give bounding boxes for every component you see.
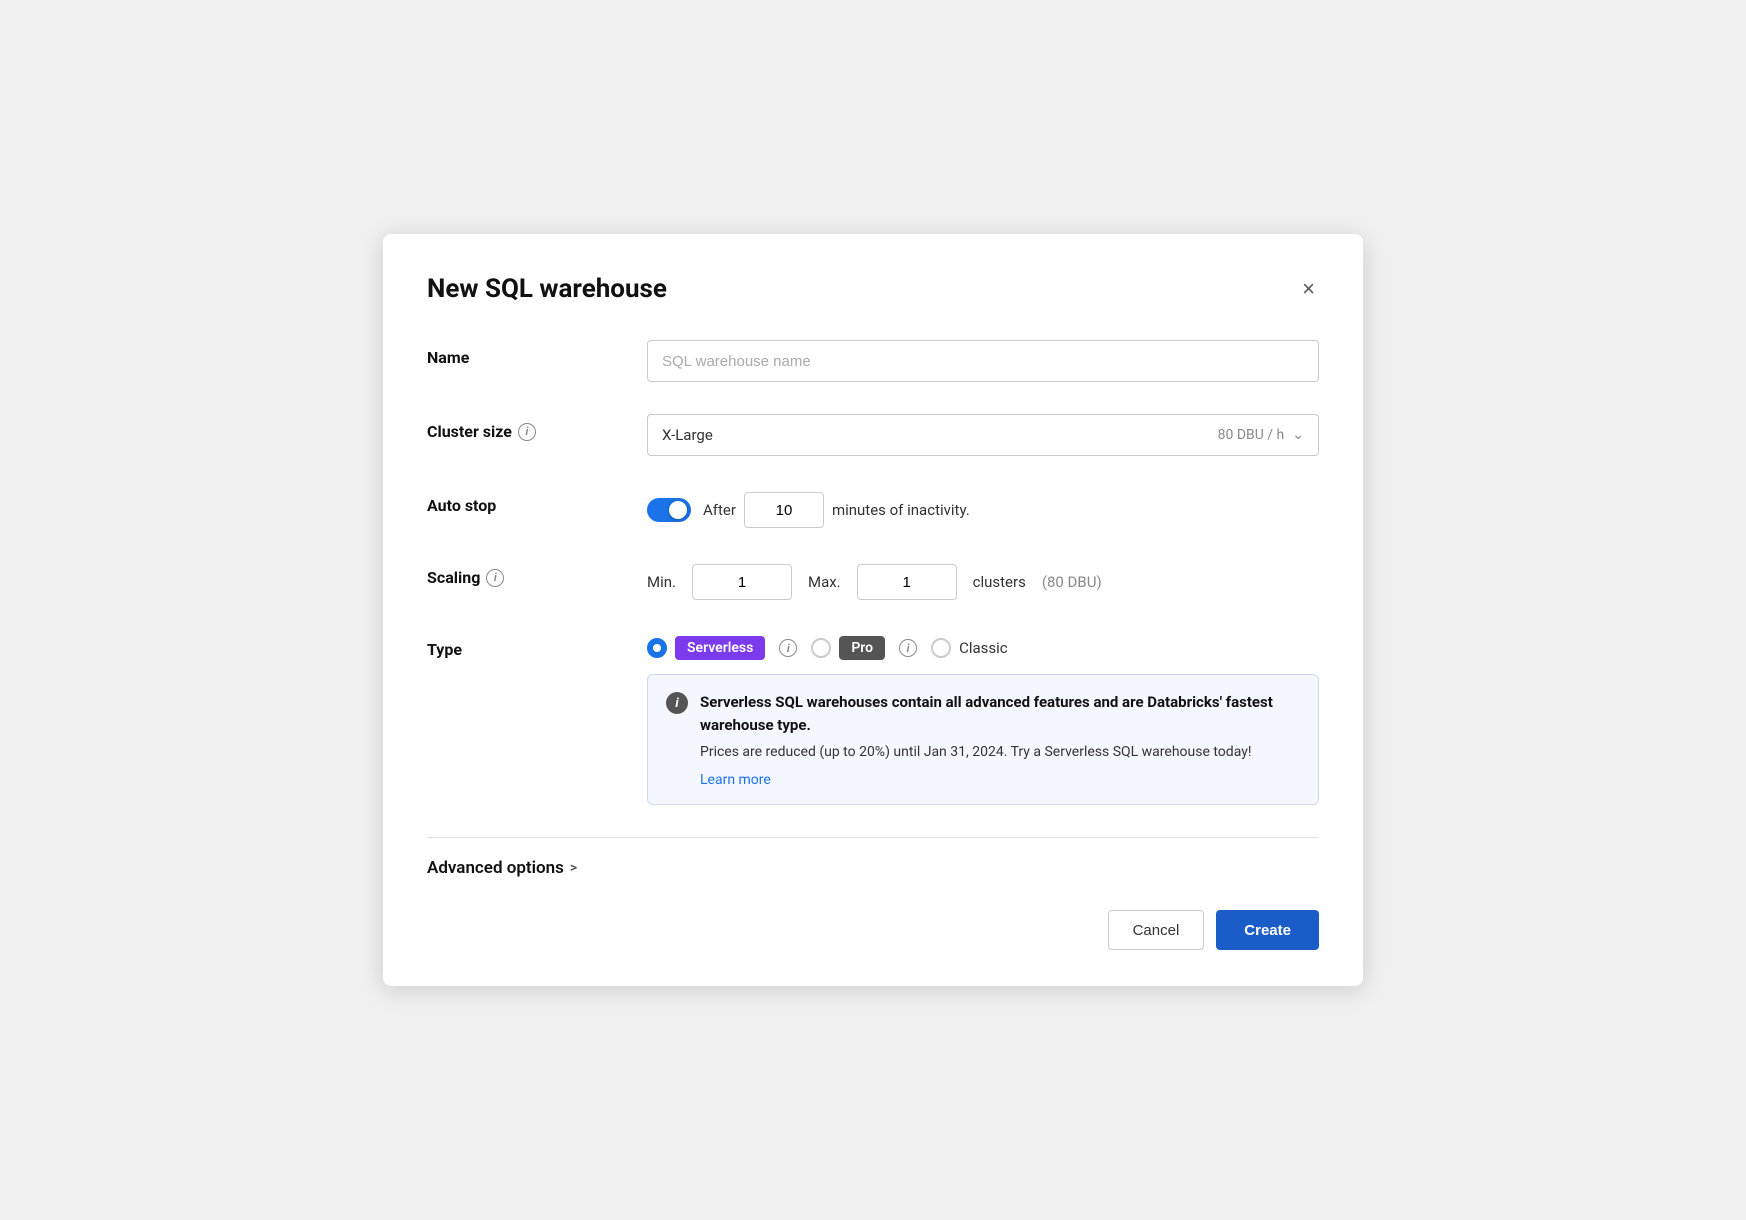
name-label: Name: [427, 340, 647, 367]
type-option-serverless[interactable]: Serverless: [647, 636, 765, 660]
auto-stop-minutes-input[interactable]: [744, 492, 824, 528]
scaling-max-input[interactable]: [857, 564, 957, 600]
close-button[interactable]: ×: [1298, 274, 1319, 304]
scaling-dbu-text: (80 DBU): [1042, 573, 1102, 591]
info-box-icon: i: [666, 692, 688, 714]
type-option-classic[interactable]: Classic: [931, 638, 1008, 658]
scaling-info-icon[interactable]: i: [486, 569, 504, 587]
create-button[interactable]: Create: [1216, 910, 1319, 950]
auto-stop-inner: After minutes of inactivity.: [647, 488, 1319, 528]
type-control: Serverless i Pro i Classic i S: [647, 632, 1319, 805]
pro-radio[interactable]: [811, 638, 831, 658]
info-box-title: Serverless SQL warehouses contain all ad…: [700, 691, 1300, 736]
scaling-control: Min. Max. clusters (80 DBU): [647, 560, 1319, 600]
scaling-clusters-text: clusters: [973, 573, 1026, 591]
type-option-pro[interactable]: Pro: [811, 636, 885, 660]
scaling-inner: Min. Max. clusters (80 DBU): [647, 560, 1319, 600]
cluster-size-info-icon[interactable]: i: [518, 423, 536, 441]
cancel-button[interactable]: Cancel: [1108, 910, 1205, 950]
scaling-max-label: Max.: [808, 573, 841, 591]
advanced-options-toggle[interactable]: Advanced options >: [427, 858, 1319, 878]
new-sql-warehouse-dialog: New SQL warehouse × Name Cluster size i …: [383, 234, 1363, 986]
info-box-description: Prices are reduced (up to 20%) until Jan…: [700, 742, 1300, 763]
name-row: Name: [427, 340, 1319, 382]
scaling-min-input[interactable]: [692, 564, 792, 600]
cluster-size-row: Cluster size i X-Large 80 DBU / h ⌄: [427, 414, 1319, 456]
auto-stop-label: Auto stop: [427, 488, 647, 515]
cluster-size-control: X-Large 80 DBU / h ⌄: [647, 414, 1319, 456]
type-row: Type Serverless i Pro i Classic: [427, 632, 1319, 805]
toggle-track: [647, 498, 691, 522]
auto-stop-control: After minutes of inactivity.: [647, 488, 1319, 528]
dialog-header: New SQL warehouse ×: [427, 274, 1319, 304]
scaling-row: Scaling i Min. Max. clusters (80 DBU): [427, 560, 1319, 600]
auto-stop-toggle[interactable]: [647, 498, 691, 522]
pro-info-icon[interactable]: i: [899, 639, 917, 657]
classic-label: Classic: [959, 639, 1008, 657]
dialog-title: New SQL warehouse: [427, 274, 667, 304]
type-options: Serverless i Pro i Classic: [647, 632, 1319, 660]
chevron-down-icon: ⌄: [1292, 427, 1304, 443]
chevron-right-icon: >: [570, 860, 577, 876]
dialog-footer: Cancel Create: [427, 910, 1319, 950]
toggle-thumb: [669, 501, 687, 519]
serverless-badge: Serverless: [675, 636, 765, 660]
name-input[interactable]: [647, 340, 1319, 382]
scaling-min-label: Min.: [647, 573, 676, 591]
pro-badge: Pro: [839, 636, 885, 660]
cluster-size-label: Cluster size i: [427, 414, 647, 441]
name-control: [647, 340, 1319, 382]
type-info-box: i Serverless SQL warehouses contain all …: [647, 674, 1319, 805]
classic-radio[interactable]: [931, 638, 951, 658]
cluster-size-value: X-Large: [662, 426, 713, 444]
info-box-content: Serverless SQL warehouses contain all ad…: [700, 691, 1300, 788]
learn-more-link[interactable]: Learn more: [700, 772, 771, 788]
auto-stop-row: Auto stop After minutes of inactivity.: [427, 488, 1319, 528]
cluster-size-select[interactable]: X-Large 80 DBU / h ⌄: [647, 414, 1319, 456]
scaling-label: Scaling i: [427, 560, 647, 587]
cluster-size-dbu: 80 DBU / h ⌄: [1218, 427, 1304, 443]
type-label: Type: [427, 632, 647, 659]
serverless-radio[interactable]: [647, 638, 667, 658]
serverless-info-icon[interactable]: i: [779, 639, 797, 657]
divider: [427, 837, 1319, 838]
auto-stop-text: After minutes of inactivity.: [703, 492, 970, 528]
